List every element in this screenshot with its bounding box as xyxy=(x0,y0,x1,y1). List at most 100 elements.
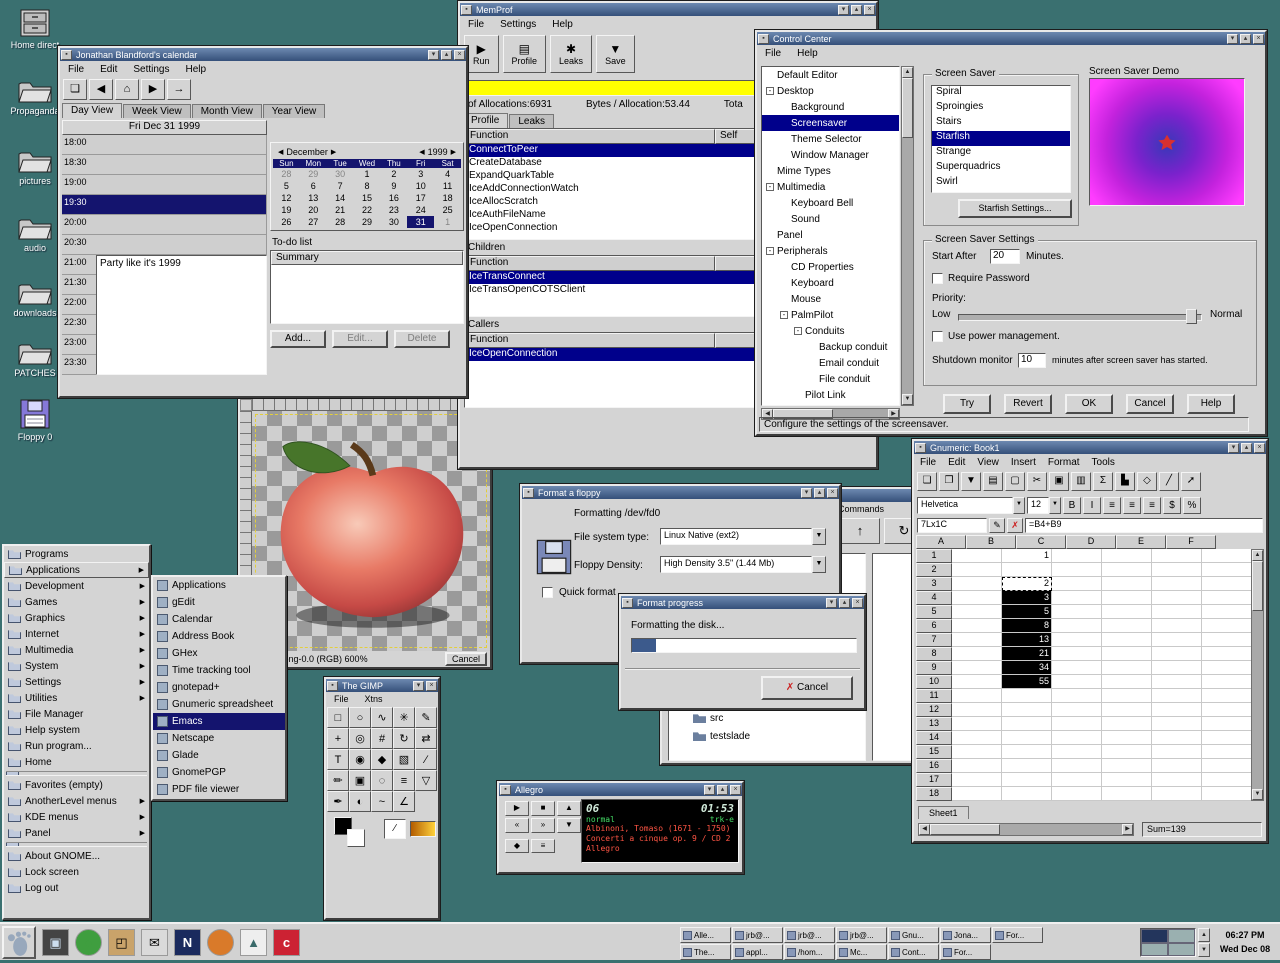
maximize-button[interactable]: ▴ xyxy=(441,50,452,60)
calendar-day[interactable]: 28 xyxy=(273,168,300,180)
cell-b[interactable] xyxy=(1002,787,1052,801)
main-menu-button[interactable] xyxy=(2,926,36,959)
cell-d[interactable] xyxy=(1102,605,1152,619)
ink-icon[interactable]: ✒ xyxy=(327,791,349,812)
prev-year-button[interactable]: ◀ xyxy=(416,148,427,156)
stop-button[interactable]: ■ xyxy=(531,801,555,816)
tree-item[interactable]: testslade xyxy=(669,727,865,745)
window-menu-icon[interactable]: ▪ xyxy=(500,785,511,795)
next-icon[interactable]: ▶ xyxy=(141,79,165,100)
cell-c[interactable] xyxy=(1052,675,1102,689)
cell-d[interactable] xyxy=(1102,647,1152,661)
calendar-day[interactable]: 24 xyxy=(407,204,434,216)
cell-c[interactable] xyxy=(1052,745,1102,759)
cell-e[interactable] xyxy=(1152,549,1202,563)
apple-launcher[interactable]: ● xyxy=(75,929,102,956)
menu-item[interactable]: Calendar xyxy=(153,611,285,628)
screensaver-item[interactable]: Swirl xyxy=(932,176,1070,191)
task-home-terminal[interactable]: /hom... xyxy=(784,944,835,960)
cell-a[interactable] xyxy=(952,647,1002,661)
cancel-formula-icon[interactable]: ✗ xyxy=(1007,518,1023,533)
tree-item[interactable]: Window Manager xyxy=(762,147,899,163)
calendar-day[interactable]: 10 xyxy=(407,180,434,192)
task-apple-image[interactable]: appl... xyxy=(732,944,783,960)
tree-item[interactable]: Email conduit xyxy=(762,355,899,371)
cell-f[interactable] xyxy=(1202,549,1252,563)
cell-f[interactable] xyxy=(1202,675,1252,689)
tree-item[interactable]: Background xyxy=(762,99,899,115)
window-menu-icon[interactable]: ▪ xyxy=(61,50,72,60)
pencil-icon[interactable]: ∕ xyxy=(415,749,437,770)
close-button[interactable]: × xyxy=(1254,443,1265,453)
cell-e[interactable] xyxy=(1152,759,1202,773)
cell-d[interactable] xyxy=(1102,661,1152,675)
eject-button[interactable]: ▲ xyxy=(557,801,581,816)
maximize-button[interactable]: ▴ xyxy=(717,785,728,795)
menu-item[interactable]: System ▶ xyxy=(4,658,149,674)
task-terminal-3[interactable]: jrb@... xyxy=(836,927,887,943)
cell-d[interactable] xyxy=(1102,675,1152,689)
todo-column-header[interactable]: Summary xyxy=(271,251,463,265)
tree-item[interactable]: src xyxy=(669,709,865,727)
tree-expander[interactable] xyxy=(766,71,774,79)
menubar-item[interactable]: Help xyxy=(178,63,215,76)
cell-a[interactable] xyxy=(952,759,1002,773)
clock-applet[interactable]: 06:27 PM Wed Dec 08 xyxy=(1214,928,1276,958)
menu-item[interactable]: Favorites (empty) xyxy=(4,777,149,793)
menubar-item[interactable]: Settings xyxy=(492,18,544,31)
task-format-progress[interactable]: For... xyxy=(992,927,1043,943)
tree-item[interactable]: - Desktop xyxy=(762,83,899,99)
scrollbar-thumb[interactable] xyxy=(930,824,1000,835)
menu-item[interactable]: Home xyxy=(4,754,149,770)
calendar-day[interactable]: 1 xyxy=(354,168,381,180)
calendar-day[interactable]: 9 xyxy=(380,180,407,192)
calendar-day[interactable]: 12 xyxy=(273,192,300,204)
line-icon[interactable]: ╱ xyxy=(1159,472,1179,491)
cell-b[interactable]: 1 xyxy=(1002,549,1052,563)
scrollbar-thumb[interactable] xyxy=(902,78,913,138)
text-icon[interactable]: T xyxy=(327,749,349,770)
free-select-icon[interactable]: ∿ xyxy=(371,707,393,728)
calendar-day[interactable]: 22 xyxy=(354,204,381,216)
column-header[interactable]: Function xyxy=(465,333,715,348)
copy-icon[interactable]: ▣ xyxy=(1049,472,1069,491)
desktop-icon-floppy[interactable]: Floppy 0 xyxy=(4,398,66,442)
titlebar[interactable]: ▪ Format a floppy ▾ ▴ × xyxy=(522,486,839,499)
cell-a[interactable] xyxy=(952,619,1002,633)
color-picker-icon[interactable]: ◉ xyxy=(349,749,371,770)
gradient-swatch[interactable] xyxy=(410,821,436,837)
cell-c[interactable] xyxy=(1052,647,1102,661)
cell-d[interactable] xyxy=(1102,577,1152,591)
close-button[interactable]: × xyxy=(852,598,863,608)
row-header[interactable]: 1 xyxy=(916,549,952,563)
brush-swatch[interactable]: ∕ xyxy=(384,819,406,839)
cell-f[interactable] xyxy=(1202,731,1252,745)
scroll-left-icon[interactable]: ◀ xyxy=(919,824,930,835)
cut-icon[interactable]: ✂ xyxy=(1027,472,1047,491)
cell-a[interactable] xyxy=(952,787,1002,801)
tree-item[interactable]: - PalmPilot xyxy=(762,307,899,323)
bezier-select-icon[interactable]: ✎ xyxy=(415,707,437,728)
cell-f[interactable] xyxy=(1202,773,1252,787)
cell-d[interactable] xyxy=(1102,689,1152,703)
screensaver-item[interactable]: Starfish xyxy=(932,131,1070,146)
cell-b[interactable] xyxy=(1002,703,1052,717)
column-header[interactable]: A xyxy=(916,535,966,549)
tree-item[interactable]: Keyboard xyxy=(762,275,899,291)
tree-expander[interactable] xyxy=(766,231,774,239)
column-header[interactable]: D xyxy=(1066,535,1116,549)
menu-item[interactable]: Programs xyxy=(4,546,149,562)
row-header[interactable]: 17 xyxy=(916,773,952,787)
menu-item[interactable]: GHex xyxy=(153,645,285,662)
flip-icon[interactable]: ⇄ xyxy=(415,728,437,749)
window-menu-icon[interactable]: ▪ xyxy=(523,488,534,498)
task-terminal-2[interactable]: jrb@... xyxy=(784,927,835,943)
cell-d[interactable] xyxy=(1102,619,1152,633)
cell-d[interactable] xyxy=(1102,563,1152,577)
cell-a[interactable] xyxy=(952,661,1002,675)
maximize-button[interactable]: ▴ xyxy=(839,598,850,608)
tree-item[interactable]: Theme Selector xyxy=(762,131,899,147)
row-header[interactable]: 15 xyxy=(916,745,952,759)
cell-d[interactable] xyxy=(1102,773,1152,787)
cell-c[interactable] xyxy=(1052,549,1102,563)
